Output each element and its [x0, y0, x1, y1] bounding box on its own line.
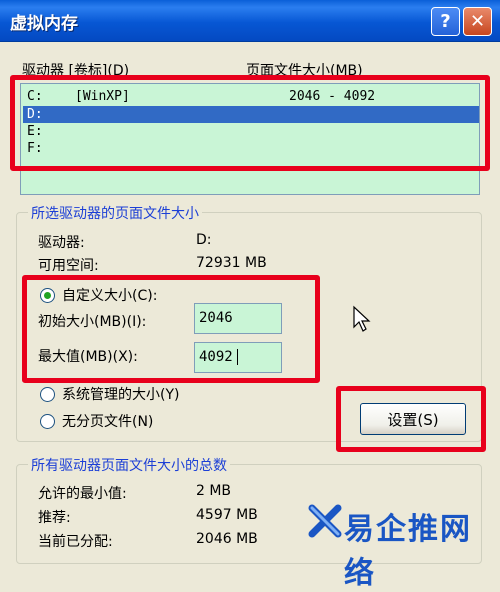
- help-icon: ?: [440, 11, 451, 32]
- set-button-label: 设置(S): [387, 410, 439, 429]
- set-button[interactable]: 设置(S): [360, 403, 466, 435]
- max-size-label: 最大值(MB)(X):: [38, 349, 138, 365]
- drive-letter: D:: [27, 107, 43, 122]
- help-button[interactable]: ?: [431, 7, 460, 36]
- custom-size-radio[interactable]: [40, 288, 55, 303]
- close-button[interactable]: ✕: [463, 7, 492, 36]
- no-paging-file-label[interactable]: 无分页文件(N): [62, 411, 153, 431]
- drive-page-size: 2046 - 4092: [289, 89, 376, 104]
- close-icon: ✕: [469, 11, 486, 32]
- initial-size-input[interactable]: 2046: [194, 303, 282, 334]
- mouse-pointer-icon: [353, 305, 371, 332]
- initial-size-value: 2046: [199, 310, 233, 326]
- drive-row-c[interactable]: C: [WinXP] 2046 - 4092: [23, 88, 479, 105]
- no-paging-file-radio[interactable]: [40, 414, 55, 429]
- drive-label: 驱动器:: [38, 235, 85, 251]
- size-column-header: 页面文件大小(MB): [246, 63, 363, 79]
- current-allocated-value: 2046 MB: [196, 531, 258, 547]
- system-managed-radio[interactable]: [40, 387, 55, 402]
- current-allocated-label: 当前已分配:: [38, 534, 113, 550]
- drive-letter: C:: [27, 89, 43, 104]
- watermark-logo-icon: [308, 504, 342, 538]
- selected-drive-group-title: 所选驱动器的页面文件大小: [28, 203, 202, 223]
- text-caret: [237, 349, 238, 365]
- recommended-label: 推荐:: [38, 510, 71, 526]
- watermark-text: 易企推网络: [344, 512, 472, 591]
- drive-row-f[interactable]: F:: [23, 140, 479, 157]
- watermark: 易企推网络: [308, 500, 498, 591]
- min-allowed-label: 允许的最小值:: [38, 486, 127, 502]
- totals-group-title: 所有驱动器页面文件大小的总数: [28, 455, 230, 475]
- drive-letter: E:: [27, 124, 43, 139]
- recommended-value: 4597 MB: [196, 507, 258, 523]
- drive-column-header: 驱动器 [卷标](D): [22, 63, 130, 79]
- max-size-value: 4092: [199, 349, 233, 365]
- custom-size-label[interactable]: 自定义大小(C):: [62, 285, 157, 305]
- drive-list[interactable]: C: [WinXP] 2046 - 4092 D: E: F:: [20, 83, 480, 195]
- window-title: 虚拟内存: [10, 14, 78, 34]
- initial-size-label: 初始大小(MB)(I):: [38, 314, 147, 330]
- drive-volume-label: [WinXP]: [75, 89, 130, 104]
- free-space-value: 72931 MB: [196, 255, 267, 271]
- min-allowed-value: 2 MB: [196, 483, 232, 499]
- drive-value: D:: [196, 232, 212, 248]
- system-managed-label[interactable]: 系统管理的大小(Y): [62, 384, 179, 404]
- drive-row-e[interactable]: E:: [23, 123, 479, 140]
- free-space-label: 可用空间:: [38, 258, 99, 274]
- title-bar[interactable]: 虚拟内存 ? ✕: [0, 0, 500, 42]
- drive-row-d[interactable]: D:: [23, 106, 479, 123]
- max-size-input[interactable]: 4092: [194, 342, 282, 373]
- drive-letter: F:: [27, 141, 43, 156]
